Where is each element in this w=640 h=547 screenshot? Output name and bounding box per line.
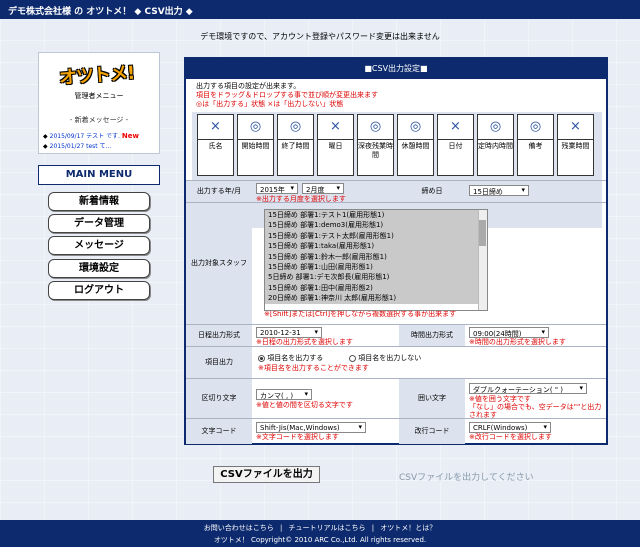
column-toggle[interactable]: ◎ 開始時間 (237, 114, 274, 176)
column-toggle[interactable]: × 曜日 (317, 114, 354, 176)
list-item[interactable]: 20日締め 部署1:神奈川 太郎(雇用形態1) (265, 293, 487, 304)
charset-label: 文字コード (186, 419, 252, 444)
footer: お問い合わせはこちら | チュートリアルはこちら | オツトメ！とは？ オツトメ… (0, 520, 640, 547)
demo-notice: デモ環境ですので、アカウント登録やパスワード変更は出来ません (200, 32, 440, 41)
list-item[interactable]: 15日締め 部署1:山田(雇用形態1) (265, 261, 487, 273)
csv-output-button[interactable]: CSVファイルを出力 (213, 466, 320, 483)
copyright: オツトメ！ Copyright© 2010 ARC Co.,Ltd. All r… (213, 536, 427, 544)
status-symbol: × (330, 119, 341, 134)
year-select[interactable]: 2015年 (256, 183, 298, 194)
column-toggle[interactable]: ◎ 定時内時間 (477, 114, 514, 176)
news-item[interactable]: ◆ 2015/09/17 テスト です. New (43, 131, 139, 140)
delimiter-hint: ※値と値の間を区切る文字です (256, 401, 353, 409)
row-formats: 日程出力形式 2010-12-31 ※日程の出力形式を選択します 時間出力形式 … (186, 324, 606, 346)
menu-message-button[interactable]: メッセージ (48, 236, 150, 255)
radio-icon[interactable] (349, 354, 356, 362)
column-toggle[interactable]: × 氏名 (197, 114, 234, 176)
time-format-label: 時間出力形式 (399, 325, 465, 346)
staff-multiselect[interactable]: 15日締め 部署1:テスト1(雇用形態1) 15日締め 部署1:demo3(雇用… (264, 209, 488, 311)
status-symbol: ◎ (529, 119, 542, 134)
item-output-on[interactable]: 項目名を出力する (258, 353, 323, 363)
bullet-icon: ◆ (43, 133, 48, 140)
logo[interactable]: オツトメ! (58, 58, 142, 92)
enclosure-hint-2: 「なし」の場合でも、空データは""と出力されます (469, 403, 602, 419)
row-year-month: 出力する年/月 2015年 2月度 ※出力する月度を選択します 締め日 15日締… (186, 180, 606, 203)
tutorial-link[interactable]: チュートリアルはこちら (289, 524, 366, 532)
enclosure-select[interactable]: ダブルクォーテーション( " ) (469, 383, 587, 394)
output-hint: CSVファイルを出力してください (399, 473, 534, 483)
column-toggle[interactable]: ◎ 終了時間 (277, 114, 314, 176)
list-item[interactable]: 15日締め 部署1:テスト太郎(雇用形態1) (265, 230, 487, 242)
news-item[interactable]: ◆ 2015/01/27 test て... (43, 141, 111, 150)
item-output-label: 項目出力 (186, 347, 252, 378)
header-bar: デモ株式会社様 の オツトメ！ ◆ CSV出力 ◆ (0, 0, 640, 19)
row-delimiter: 区切り文字 カンマ( , ) ※値と値の間を区切る文字です 囲い文字 ダブルクォ… (186, 378, 606, 419)
logo-subtitle: 管理者メニュー (74, 92, 124, 100)
month-select[interactable]: 2月度 (302, 183, 344, 194)
logo-panel: オツトメ! 管理者メニュー - 新着メッセージ - ◆ 2015/09/17 テス… (38, 52, 160, 154)
main-menu-title: MAIN MENU (38, 165, 160, 185)
page-title: デモ株式会社様 の オツトメ！ ◆ CSV出力 ◆ (8, 7, 193, 17)
status-symbol: × (450, 119, 461, 134)
list-item[interactable]: 15日締め 部署1:テスト1(雇用形態1) (265, 210, 487, 221)
column-toggle[interactable]: ◎ 深夜残業時間 (357, 114, 394, 176)
intro-text: 出力する項目の設定が出来ます。 項目をドラッグ＆ドロップする事で並び順が変更出来… (196, 82, 378, 108)
status-symbol: ◎ (369, 119, 382, 134)
column-toggle[interactable]: ◎ 休憩時間 (397, 114, 434, 176)
staff-label: 出力対象スタッフ (186, 203, 252, 324)
item-output-off[interactable]: 項目名を出力しない (349, 353, 421, 363)
contact-link[interactable]: お問い合わせはこちら (204, 524, 274, 532)
item-output-hint: ※項目名を出力することができます (258, 364, 369, 372)
closing-select[interactable]: 15日締め (469, 185, 529, 196)
separator: | (371, 524, 375, 532)
menu-settings-button[interactable]: 環境設定 (48, 259, 150, 278)
separator: | (279, 524, 283, 532)
list-item[interactable]: 15日締め 部署1:田中(雇用形態2) (265, 282, 487, 294)
charset-hint: ※文字コードを選択します (256, 433, 339, 441)
menu-logout-button[interactable]: ログアウト (48, 281, 150, 300)
status-symbol: ◎ (489, 119, 502, 134)
list-item[interactable]: 15日締め 部署1:taka(雇用形態1) (265, 241, 487, 252)
csv-settings-panel: ■CSV出力設定■ 出力する項目の設定が出来ます。 項目をドラッグ＆ドロップする… (184, 57, 608, 445)
status-symbol: ◎ (409, 119, 422, 134)
radio-icon[interactable] (258, 354, 265, 362)
about-link[interactable]: オツトメ！とは？ (380, 524, 436, 532)
status-symbol: × (570, 119, 581, 134)
status-symbol: × (210, 119, 221, 134)
list-item[interactable]: 15日締め 部署1:鈴木一郎(雇用形態1) (265, 251, 487, 262)
bullet-icon: ◆ (43, 143, 48, 150)
delimiter-select[interactable]: カンマ( , ) (256, 389, 312, 400)
footer-links: お問い合わせはこちら | チュートリアルはこちら | オツトメ！とは？ (0, 522, 640, 534)
menu-data-button[interactable]: データ管理 (48, 214, 150, 233)
closing-label: 締め日 (399, 181, 465, 202)
staff-scrollbar[interactable] (478, 210, 487, 310)
scroll-thumb[interactable] (479, 220, 486, 246)
status-symbol: ◎ (249, 119, 262, 134)
year-month-label: 出力する年/月 (186, 181, 252, 202)
column-toggle[interactable]: × 残業時間 (557, 114, 594, 176)
new-badge: New (121, 132, 139, 140)
status-symbol: ◎ (289, 119, 302, 134)
delimiter-label: 区切り文字 (186, 379, 252, 418)
date-format-label: 日程出力形式 (186, 325, 252, 346)
newline-hint: ※改行コードを選択します (469, 433, 552, 441)
menu-news-button[interactable]: 新着情報 (48, 192, 150, 211)
list-item[interactable]: 15日締め 部署1:demo3(雇用形態1) (265, 220, 487, 231)
panel-title: ■CSV出力設定■ (186, 59, 606, 79)
list-item[interactable]: 5日締め 部署1:デモ次郎長(雇用形態1) (265, 272, 487, 283)
row-charset: 文字コード Shift-Jis(Mac,Windows) ※文字コードを選択しま… (186, 418, 606, 444)
enclosure-label: 囲い文字 (399, 379, 465, 418)
newline-label: 改行コード (399, 419, 465, 444)
row-item-output: 項目出力 項目名を出力する 項目名を出力しない ※項目名を出力することができます (186, 346, 606, 378)
news-title: - 新着メッセージ - (69, 116, 129, 124)
column-toggle[interactable]: ◎ 備考 (517, 114, 554, 176)
column-toggle[interactable]: × 日付 (437, 114, 474, 176)
